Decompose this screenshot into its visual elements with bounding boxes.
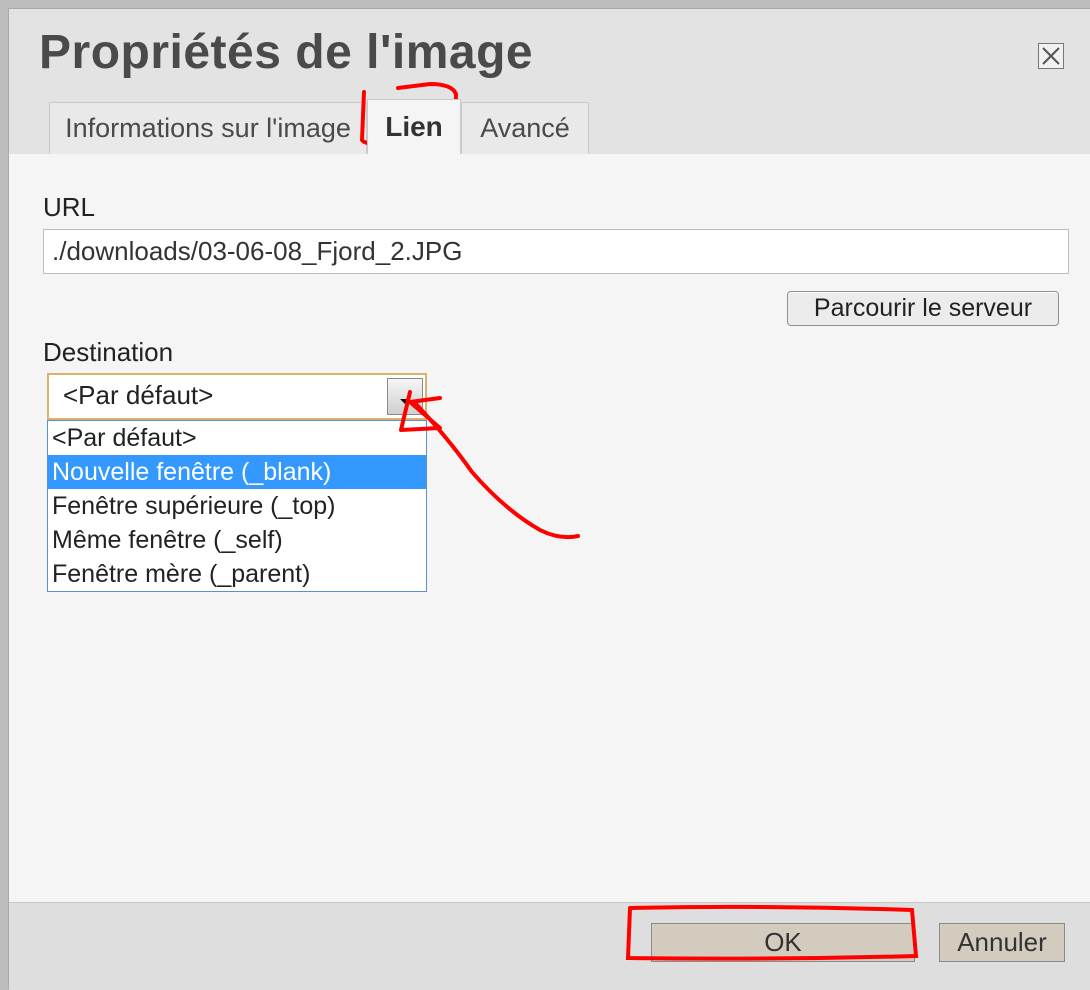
option-top[interactable]: Fenêtre supérieure (_top) [48,489,426,523]
dialog-footer: OK Annuler [9,902,1090,990]
dropdown-arrow-button[interactable] [387,378,423,415]
close-button[interactable] [1038,43,1064,69]
tab-image-info[interactable]: Informations sur l'image [49,102,367,154]
url-input[interactable]: ./downloads/03-06-08_Fjord_2.JPG [43,229,1069,274]
cancel-button[interactable]: Annuler [939,923,1065,962]
image-properties-dialog: Propriétés de l'image Informations sur l… [8,8,1090,990]
option-parent[interactable]: Fenêtre mère (_parent) [48,557,426,591]
option-default[interactable]: <Par défaut> [48,421,426,455]
ok-button[interactable]: OK [651,923,915,962]
close-icon [1042,47,1060,65]
option-self[interactable]: Même fenêtre (_self) [48,523,426,557]
tab-link[interactable]: Lien [367,99,461,154]
target-label: Destination [43,337,174,367]
target-select-value: <Par défaut> [63,380,214,410]
option-blank[interactable]: Nouvelle fenêtre (_blank) [48,455,426,489]
tab-advanced[interactable]: Avancé [461,102,589,154]
target-select[interactable]: <Par défaut> [47,373,427,420]
link-tab-panel: URL ./downloads/03-06-08_Fjord_2.JPG Par… [9,154,1090,902]
url-label: URL [43,192,96,222]
browse-server-button[interactable]: Parcourir le serveur [787,291,1059,326]
dialog-title: Propriétés de l'image [39,26,534,79]
target-options-list: <Par défaut> Nouvelle fenêtre (_blank) F… [47,420,427,592]
chevron-down-icon [400,399,410,404]
